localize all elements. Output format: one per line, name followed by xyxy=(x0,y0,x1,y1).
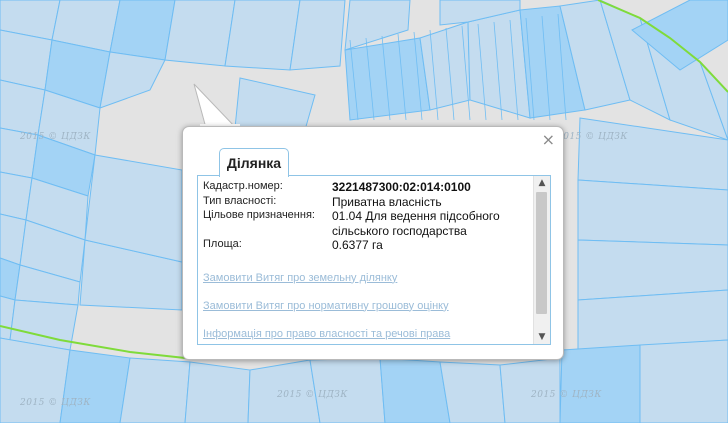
map-watermark: 2015 © ЦДЗК xyxy=(20,132,91,142)
land-parcel[interactable] xyxy=(0,29,53,91)
land-parcel[interactable] xyxy=(184,361,251,423)
land-parcel[interactable] xyxy=(119,357,191,423)
field-label: Кадастр.номер: xyxy=(203,180,283,192)
arrow-up-icon[interactable]: ▲ xyxy=(534,176,550,190)
land-parcel[interactable] xyxy=(577,179,728,246)
order-valuation-extract-link[interactable]: Замовити Витяг про нормативну грошову оц… xyxy=(203,300,531,312)
field-purpose: Цільове призначення: 01.04 Для ведення п… xyxy=(203,209,531,238)
land-parcel[interactable] xyxy=(59,349,131,423)
map-watermark: 2015 © ЦДЗК xyxy=(20,398,91,408)
field-value: 3221487300:02:014:0100 xyxy=(332,180,471,194)
scrollbar[interactable]: ▲ ▼ xyxy=(533,176,550,344)
field-label: Площа: xyxy=(203,238,242,250)
map-watermark: 2015 © ЦДЗК xyxy=(277,390,348,400)
tab-parcel[interactable]: Ділянка xyxy=(219,148,289,177)
field-ownership-type: Тип власності: Приватна власність xyxy=(203,195,531,210)
map-watermark: 2015 © ЦДЗК xyxy=(531,390,602,400)
ownership-rights-info-link[interactable]: Інформація про право власності та речові… xyxy=(203,328,531,340)
land-parcel[interactable] xyxy=(467,9,531,119)
land-parcel[interactable] xyxy=(289,0,346,71)
land-parcel[interactable] xyxy=(0,79,46,136)
field-value: 01.04 Для ведення підсобного сільського … xyxy=(332,209,500,238)
parcel-details-panel: Кадастр.номер: 3221487300:02:014:0100 Ти… xyxy=(197,175,551,345)
land-parcel[interactable] xyxy=(559,344,641,423)
field-label: Цільове призначення: xyxy=(203,209,315,221)
field-cadastral-number: Кадастр.номер: 3221487300:02:014:0100 xyxy=(203,180,531,195)
map-watermark: 2015 © ЦДЗК xyxy=(557,132,628,142)
land-parcel[interactable] xyxy=(0,337,71,423)
land-parcel[interactable] xyxy=(344,37,431,121)
arrow-down-icon[interactable]: ▼ xyxy=(534,330,550,344)
land-parcel[interactable] xyxy=(439,361,506,423)
scrollbar-thumb[interactable] xyxy=(536,192,547,314)
order-parcel-extract-link[interactable]: Замовити Витяг про земельну ділянку xyxy=(203,272,531,284)
field-value: 0.6377 га xyxy=(332,238,383,252)
land-parcel[interactable] xyxy=(639,339,728,423)
land-parcel[interactable] xyxy=(109,0,176,61)
parcel-info-popup: × Ділянка Кадастр.номер: 3221487300:02:0… xyxy=(182,126,564,360)
field-area: Площа: 0.6377 га xyxy=(203,238,531,253)
land-parcel[interactable] xyxy=(224,0,301,71)
field-value: Приватна власність xyxy=(332,194,442,209)
field-label: Тип власності: xyxy=(203,194,277,207)
parcel-details: Кадастр.номер: 3221487300:02:014:0100 Ти… xyxy=(203,180,531,340)
land-parcel[interactable] xyxy=(164,0,236,67)
close-icon[interactable]: × xyxy=(542,132,555,148)
land-parcel[interactable] xyxy=(379,357,451,423)
